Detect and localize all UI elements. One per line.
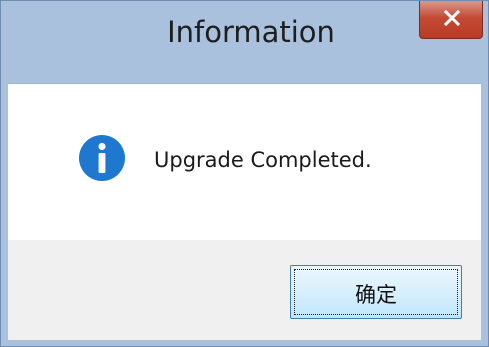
info-icon bbox=[79, 135, 125, 181]
ok-button[interactable]: 确定 bbox=[290, 265, 462, 319]
close-icon bbox=[444, 10, 460, 26]
dialog-window: Information Upgrade Completed. 确定 bbox=[0, 0, 489, 347]
ok-button-label: 确定 bbox=[355, 283, 397, 307]
title-bar[interactable]: Information bbox=[1, 1, 488, 83]
close-button[interactable] bbox=[419, 1, 483, 39]
dialog-title: Information bbox=[167, 15, 335, 49]
dialog-client-area: Upgrade Completed. 确定 bbox=[8, 83, 481, 340]
dialog-message: Upgrade Completed. bbox=[154, 148, 372, 172]
button-bar: 确定 bbox=[8, 240, 481, 340]
message-area: Upgrade Completed. bbox=[8, 84, 481, 240]
